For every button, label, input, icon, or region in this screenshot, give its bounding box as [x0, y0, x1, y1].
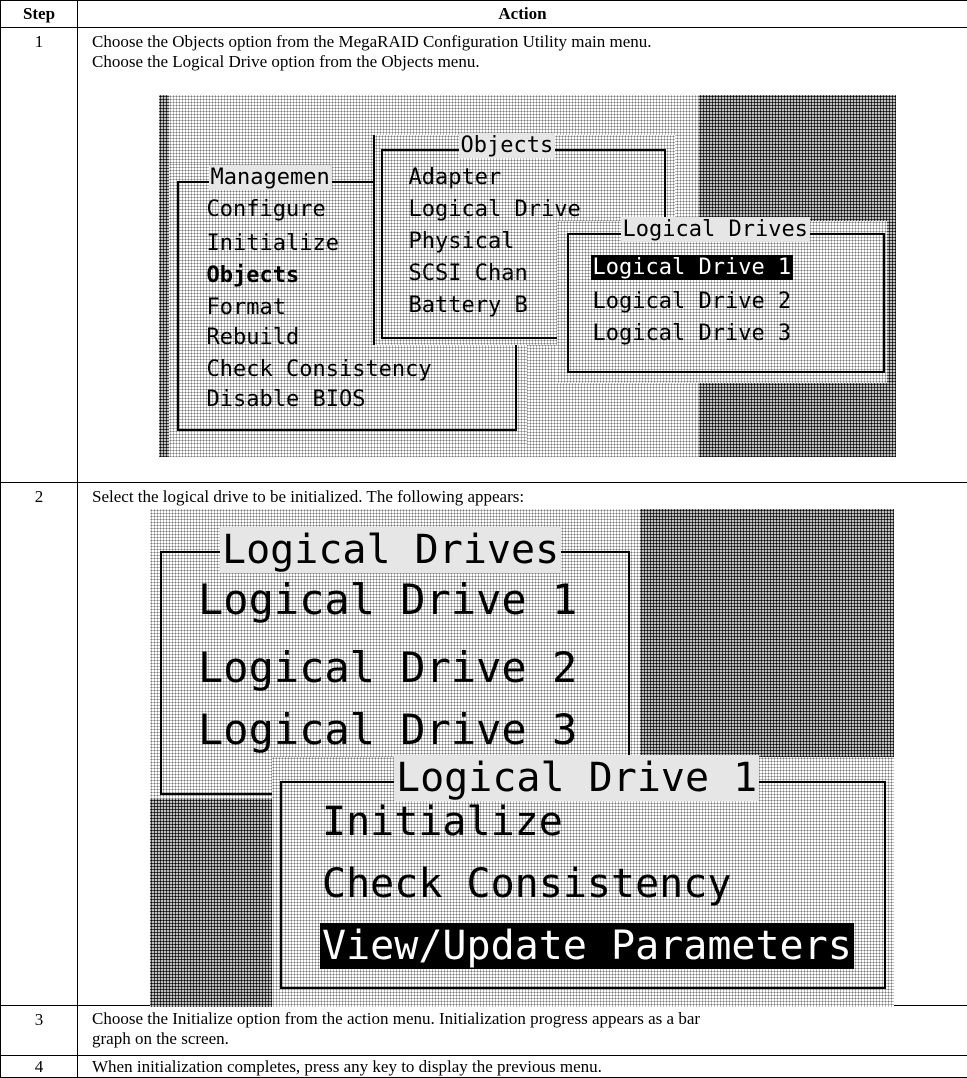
drives-menu-title: Logical Drives	[620, 216, 810, 242]
action-menu-title: Logical Drive 1	[394, 755, 760, 801]
instruction-line: Select the logical drive to be initializ…	[92, 487, 525, 506]
drives-panel-item[interactable]: Logical Drive 3	[198, 705, 577, 754]
management-item[interactable]: Configure	[207, 197, 326, 222]
drives-item-selected[interactable]: Logical Drive 1	[590, 254, 794, 280]
step-action: Choose the Objects option from the MegaR…	[77, 27, 967, 483]
step-action: When initialization completes, press any…	[77, 1055, 967, 1078]
action-column-header: Action	[77, 0, 967, 28]
action-item-selected[interactable]: View/Update Parameters	[320, 923, 854, 969]
step-row-4: 4 When initialization completes, press a…	[0, 1055, 967, 1078]
management-item[interactable]: Check Consistency	[207, 357, 432, 382]
header-row: Step Action	[0, 0, 967, 28]
instruction-line: Choose the Logical Drive option from the…	[92, 52, 480, 71]
objects-item[interactable]: Physical	[409, 229, 515, 254]
procedure-table: Step Action 1 Choose the Objects option …	[0, 0, 967, 1078]
step-row-3: 3 Choose the Initialize option from the …	[0, 1005, 967, 1056]
instruction-line: Choose the Initialize option from the ac…	[92, 1009, 701, 1028]
drives-panel-item[interactable]: Logical Drive 2	[198, 643, 577, 692]
drives-panel-title: Logical Drives	[220, 527, 562, 573]
step-row-1: 1 Choose the Objects option from the Meg…	[0, 27, 967, 483]
screenshot-objects-menu: Managemen Configure Initialize Objects F…	[158, 94, 896, 457]
step-number: 3	[0, 1005, 78, 1056]
management-item[interactable]: Disable BIOS	[207, 387, 366, 412]
drives-item[interactable]: Logical Drive 2	[593, 289, 792, 314]
instruction-line: When initialization completes, press any…	[92, 1057, 602, 1076]
step-row-2: 2 Select the logical drive to be initial…	[0, 482, 967, 1007]
action-item[interactable]: Check Consistency	[322, 861, 731, 907]
screenshot-drive-action-menu: Logical Drives Logical Drive 1 Logical D…	[150, 509, 894, 1007]
action-item[interactable]: Initialize	[322, 799, 563, 845]
management-item[interactable]: Objects	[207, 263, 300, 288]
step-number: 1	[0, 27, 78, 483]
objects-item[interactable]: SCSI Chan	[409, 261, 528, 286]
management-item[interactable]: Rebuild	[207, 325, 300, 350]
step-number: 4	[0, 1055, 78, 1078]
instruction-line: Choose the Objects option from the MegaR…	[92, 32, 652, 51]
objects-menu-title: Objects	[458, 132, 556, 158]
step-action: Choose the Initialize option from the ac…	[77, 1005, 967, 1056]
step-number: 2	[0, 482, 78, 1006]
management-menu-title: Managemen	[208, 164, 332, 190]
step-column-header: Step	[0, 0, 78, 28]
drives-panel-item[interactable]: Logical Drive 1	[198, 575, 577, 624]
objects-item[interactable]: Battery B	[409, 293, 528, 318]
drives-item[interactable]: Logical Drive 3	[593, 321, 792, 346]
management-item[interactable]: Format	[207, 295, 286, 320]
step-action: Select the logical drive to be initializ…	[77, 482, 967, 1007]
objects-item[interactable]: Adapter	[409, 165, 502, 190]
instruction-line: graph on the screen.	[92, 1029, 229, 1048]
management-item[interactable]: Initialize	[207, 231, 339, 256]
objects-item[interactable]: Logical Drive	[409, 197, 581, 222]
